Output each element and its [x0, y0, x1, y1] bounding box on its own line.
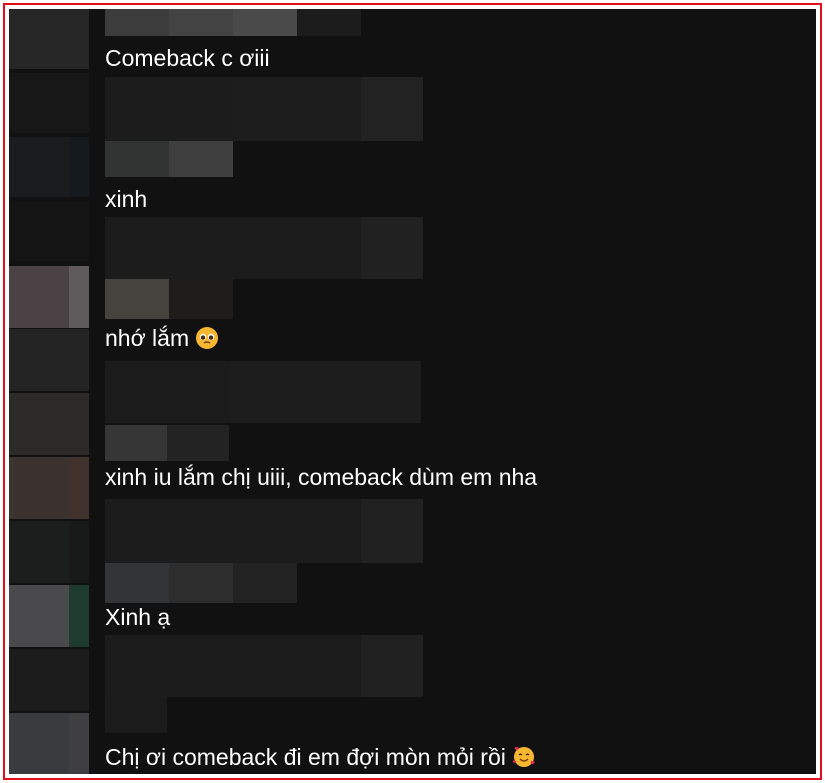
comment-text: Comeback c ơiii: [105, 45, 270, 71]
timestamp-censored: [233, 563, 297, 603]
comment-list: Comeback c ơiii xinh nhớ lắm xinh iu lắm…: [9, 9, 816, 774]
username-censored: [361, 77, 423, 141]
timestamp-censored: [169, 279, 233, 319]
timestamp-censored: [169, 141, 233, 177]
timestamp-censored: [105, 425, 167, 461]
comment-text: Chị ơi comeback đi em đợi mòn mỏi rồi: [105, 743, 536, 771]
avatar-censored-edge: [69, 457, 89, 519]
timestamp-censored: [105, 697, 167, 733]
avatar-censored-edge: [69, 266, 89, 328]
avatar-censored[interactable]: [9, 9, 89, 69]
username-censored: [361, 635, 423, 697]
comment-text: nhớ lắm: [105, 324, 219, 352]
comment-text: xinh: [105, 186, 148, 212]
avatar-censored-edge: [69, 137, 89, 197]
timestamp-censored: [167, 425, 229, 461]
avatar-censored-edge: [69, 585, 89, 647]
username-censored: [231, 361, 421, 423]
avatar-censored-edge: [69, 521, 89, 583]
username-censored: [297, 9, 361, 36]
username-censored[interactable]: [105, 9, 169, 36]
timestamp-censored: [105, 141, 169, 177]
timestamp-censored: [105, 279, 169, 319]
screenshot-frame: Comeback c ơiii xinh nhớ lắm xinh iu lắm…: [3, 3, 822, 780]
pleading-face-icon: [196, 327, 219, 349]
timestamp-censored: [169, 563, 233, 603]
username-censored: [169, 9, 233, 36]
comment-text: xinh iu lắm chị uiii, comeback dùm em nh…: [105, 464, 538, 490]
avatar-censored[interactable]: [9, 457, 69, 519]
avatar-censored[interactable]: [9, 73, 89, 133]
avatar-censored[interactable]: [9, 201, 89, 261]
comment-text: Xinh ạ: [105, 604, 171, 630]
avatar-censored[interactable]: [9, 137, 69, 197]
username-censored: [233, 9, 297, 36]
avatar-censored[interactable]: [9, 585, 69, 647]
avatar-censored[interactable]: [9, 393, 89, 455]
avatar-censored[interactable]: [9, 329, 89, 391]
avatar-censored-edge: [69, 713, 89, 774]
username-censored: [361, 217, 423, 279]
avatar-censored[interactable]: [9, 649, 89, 711]
avatar-censored[interactable]: [9, 266, 69, 328]
avatar-censored[interactable]: [9, 521, 69, 583]
smiling-face-with-hearts-icon: [512, 747, 535, 767]
avatar-censored[interactable]: [9, 713, 69, 774]
timestamp-censored: [105, 563, 169, 603]
username-censored: [361, 499, 423, 563]
